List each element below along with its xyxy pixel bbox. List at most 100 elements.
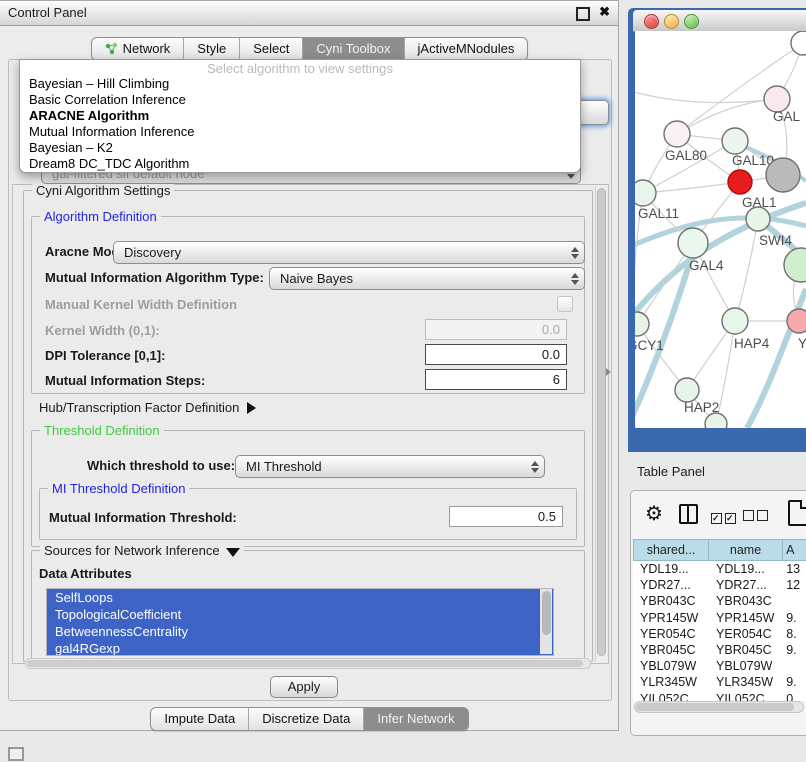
tab-label: Network — [123, 41, 171, 56]
tab-bar: Network StyleSelectCyni ToolboxjActiveMNo… — [91, 37, 529, 61]
table-cell: YER054C — [708, 626, 782, 642]
tab-cyni-toolbox[interactable]: Cyni Toolbox — [303, 38, 404, 60]
attribute-item-topologicalcoefficient[interactable]: TopologicalCoefficient — [47, 606, 553, 623]
mi-threshold-label: Mutual Information Threshold: — [49, 510, 237, 525]
mi-steps-field[interactable]: 6 — [425, 369, 567, 390]
attribute-item-betweennesscentrality[interactable]: BetweennessCentrality — [47, 623, 553, 640]
hub-section-toggle[interactable]: Hub/Transcription Factor Definition — [39, 400, 256, 415]
column-header-shared[interactable]: shared... — [633, 539, 708, 561]
network-node-hap2[interactable] — [675, 378, 699, 402]
table-row[interactable]: YER054CYER054C8. — [633, 626, 806, 642]
export-table-icon[interactable] — [788, 500, 806, 526]
algorithm-option-aracne-algorithm[interactable]: ARACNE Algorithm — [20, 108, 580, 124]
horizontal-scrollbar[interactable] — [25, 658, 591, 669]
table-toolbar: ⚙ ✓✓ — [631, 497, 806, 533]
select-all-checkboxes-icon[interactable]: ✓✓ — [711, 509, 739, 524]
tab-style[interactable]: Style — [184, 38, 240, 60]
algorithm-option-dream8-dc-tdc-algorithm[interactable]: Dream8 DC_TDC Algorithm — [20, 156, 580, 172]
scrollbar-thumb[interactable] — [636, 703, 794, 711]
table-horizontal-scrollbar[interactable] — [634, 701, 804, 713]
network-node-gal4[interactable] — [678, 228, 708, 258]
table-cell: YPR145W — [708, 610, 782, 626]
table-cell: YLR345W — [633, 674, 708, 690]
network-nodes[interactable]: GALGAL80GAL10GAL1GAL11GAL4SWI4GCY1HAP4YH… — [635, 31, 806, 428]
table-cell: YBR043C — [633, 593, 708, 609]
cyni-toolbox-panel: gal-filtered sif default node Select alg… — [8, 59, 612, 701]
minimize-traffic-light[interactable] — [664, 14, 679, 29]
table-row[interactable]: YLR345WYLR345W9. — [633, 674, 806, 690]
vertical-scrollbar[interactable] — [595, 186, 607, 662]
network-node-swi4[interactable] — [746, 207, 770, 231]
algorithm-option-bayesian-k2[interactable]: Bayesian – K2 — [20, 140, 580, 156]
table-row[interactable]: YDR27...YDR27...12 — [633, 577, 806, 593]
zoom-traffic-light[interactable] — [684, 14, 699, 29]
network-node[interactable] — [791, 31, 806, 55]
control-panel-tabs: Network StyleSelectCyni ToolboxjActiveMNo… — [0, 37, 619, 61]
network-node-y[interactable] — [787, 309, 806, 333]
bottom-tab-discretize-data[interactable]: Discretize Data — [249, 708, 364, 730]
tab-jactivemnodules[interactable]: jActiveMNodules — [405, 38, 528, 60]
network-canvas[interactable]: GALGAL80GAL10GAL1GAL11GAL4SWI4GCY1HAP4YH… — [635, 31, 806, 428]
node-label: Y — [798, 336, 806, 351]
network-node[interactable] — [705, 413, 727, 428]
kernel-width-field[interactable]: 0.0 — [425, 319, 567, 340]
scrollbar-thumb[interactable] — [27, 660, 583, 667]
column-header-name[interactable]: name — [708, 539, 782, 561]
deselect-all-checkboxes-icon[interactable] — [743, 509, 771, 524]
gear-icon[interactable]: ⚙ — [645, 501, 663, 526]
algorithm-dropdown[interactable]: Select algorithm to view settings Bayesi… — [19, 59, 581, 173]
close-traffic-light[interactable] — [644, 14, 659, 29]
table-row[interactable]: YIL052CYIL052C0. — [633, 691, 806, 702]
attributes-scrollbar[interactable] — [540, 589, 552, 654]
column-header-a[interactable]: A — [782, 539, 806, 561]
table-row[interactable]: YDL19...YDL19...13 — [633, 561, 806, 577]
network-node[interactable] — [784, 248, 806, 282]
splitter-arrow-icon[interactable] — [606, 368, 611, 376]
table-cell — [782, 593, 806, 609]
network-window-titlebar[interactable] — [633, 10, 806, 32]
apply-button[interactable]: Apply — [270, 676, 338, 698]
aracne-mode-combo[interactable]: Discovery — [113, 241, 585, 264]
algorithm-option-mutual-information-inference[interactable]: Mutual Information Inference — [20, 124, 580, 140]
kernel-width-label: Kernel Width (0,1): — [45, 323, 160, 338]
panel-title: Control Panel — [8, 5, 87, 20]
manual-kernel-checkbox[interactable] — [557, 296, 573, 312]
network-node-gal80[interactable] — [664, 121, 690, 147]
dpi-tolerance-field[interactable]: 0.0 — [425, 344, 567, 365]
network-node-gcy1[interactable] — [635, 312, 649, 336]
network-node-gal1[interactable] — [728, 170, 752, 194]
data-attributes-list[interactable]: SelfLoopsTopologicalCoefficientBetweenne… — [46, 588, 554, 656]
collapsed-panel-icon[interactable] — [8, 747, 24, 761]
algorithm-option-bayesian-hill-climbing[interactable]: Bayesian – Hill Climbing — [20, 76, 580, 92]
bottom-tab-impute-data[interactable]: Impute Data — [151, 708, 249, 730]
table-row[interactable]: YBR045CYBR045C9. — [633, 642, 806, 658]
close-icon[interactable]: ✖ — [599, 4, 610, 20]
scrollbar-thumb[interactable] — [542, 591, 551, 635]
network-node-gal11[interactable] — [635, 180, 656, 206]
scrollbar-thumb[interactable] — [597, 188, 606, 656]
table-row[interactable]: YBL079WYBL079W — [633, 658, 806, 674]
tab-network[interactable]: Network — [92, 38, 185, 60]
settings-group-title: Cyni Algorithm Settings — [32, 183, 174, 198]
attribute-item-gal4rgexp[interactable]: gal4RGexp — [47, 640, 553, 656]
network-node-gal10[interactable] — [722, 128, 748, 154]
table-panel: ⚙ ✓✓ shared...nameA YDL19...YDL19...13YD… — [630, 490, 806, 736]
mi-threshold-field[interactable]: 0.5 — [449, 506, 563, 527]
mi-algorithm-type-value: Naive Bayes — [270, 271, 566, 286]
sources-group-title[interactable]: Sources for Network Inference — [40, 543, 244, 558]
tab-select[interactable]: Select — [240, 38, 303, 60]
combo-stepper-icon — [566, 247, 584, 259]
which-threshold-combo[interactable]: MI Threshold — [235, 455, 545, 478]
network-graph[interactable]: GALGAL80GAL10GAL1GAL11GAL4SWI4GCY1HAP4YH… — [635, 31, 806, 428]
bottom-tab-label: Infer Network — [377, 711, 454, 726]
columns-icon[interactable] — [679, 504, 698, 524]
network-node-hap4[interactable] — [722, 308, 748, 334]
mi-algorithm-type-combo[interactable]: Naive Bayes — [269, 267, 585, 290]
float-window-icon[interactable] — [576, 7, 590, 21]
table-row[interactable]: YPR145WYPR145W9. — [633, 610, 806, 626]
network-node[interactable] — [766, 158, 800, 192]
attribute-item-selfloops[interactable]: SelfLoops — [47, 589, 553, 606]
table-row[interactable]: YBR043CYBR043C — [633, 593, 806, 609]
algorithm-option-basic-correlation-inference[interactable]: Basic Correlation Inference — [20, 92, 580, 108]
bottom-tab-infer-network[interactable]: Infer Network — [364, 708, 467, 730]
